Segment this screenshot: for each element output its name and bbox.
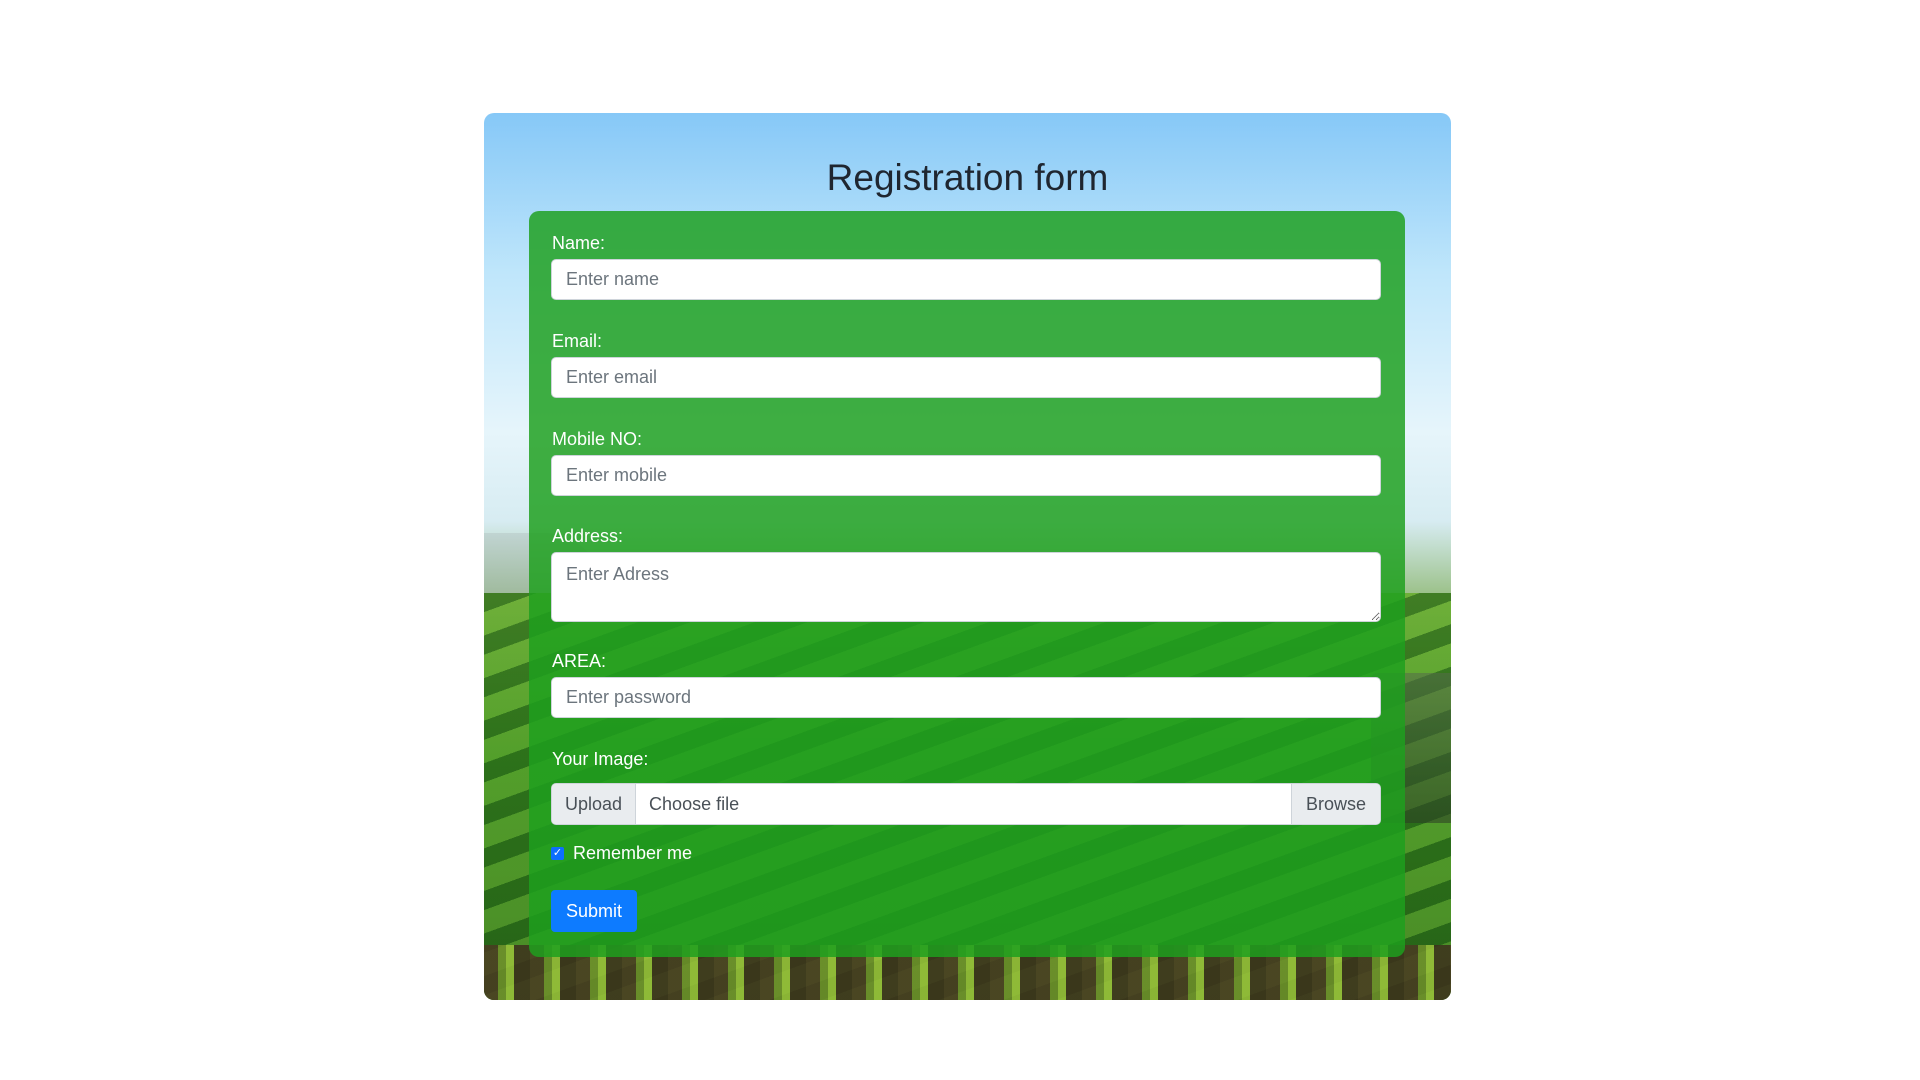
remember-me-row: ✓ Remember me bbox=[551, 843, 692, 864]
name-label: Name: bbox=[552, 233, 606, 253]
registration-card: Registration form Name: Email: Mobile NO… bbox=[484, 113, 1451, 1000]
remember-label[interactable]: Remember me bbox=[573, 843, 692, 864]
upload-prefix: Upload bbox=[552, 784, 637, 824]
browse-button[interactable]: Browse bbox=[1290, 784, 1380, 824]
file-upload-group[interactable]: Upload Choose file Browse bbox=[551, 783, 1381, 825]
area-label: AREA: bbox=[552, 651, 607, 671]
mobile-label: Mobile NO: bbox=[552, 429, 643, 449]
page-title: Registration form bbox=[826, 157, 1109, 198]
image-label: Your Image: bbox=[552, 749, 649, 769]
check-icon: ✓ bbox=[552, 847, 563, 859]
mobile-input[interactable] bbox=[551, 455, 1381, 496]
email-input[interactable] bbox=[551, 357, 1381, 398]
address-label: Address: bbox=[552, 526, 624, 546]
area-input[interactable] bbox=[551, 677, 1381, 718]
remember-checkbox[interactable]: ✓ bbox=[551, 847, 564, 860]
file-name-display[interactable]: Choose file bbox=[636, 784, 1291, 824]
email-label: Email: bbox=[552, 331, 603, 351]
address-textarea[interactable] bbox=[551, 552, 1381, 622]
submit-button[interactable]: Submit bbox=[551, 890, 637, 932]
form-panel: Name: Email: Mobile NO: Address: AREA: Y… bbox=[529, 211, 1405, 957]
name-input[interactable] bbox=[551, 259, 1381, 300]
